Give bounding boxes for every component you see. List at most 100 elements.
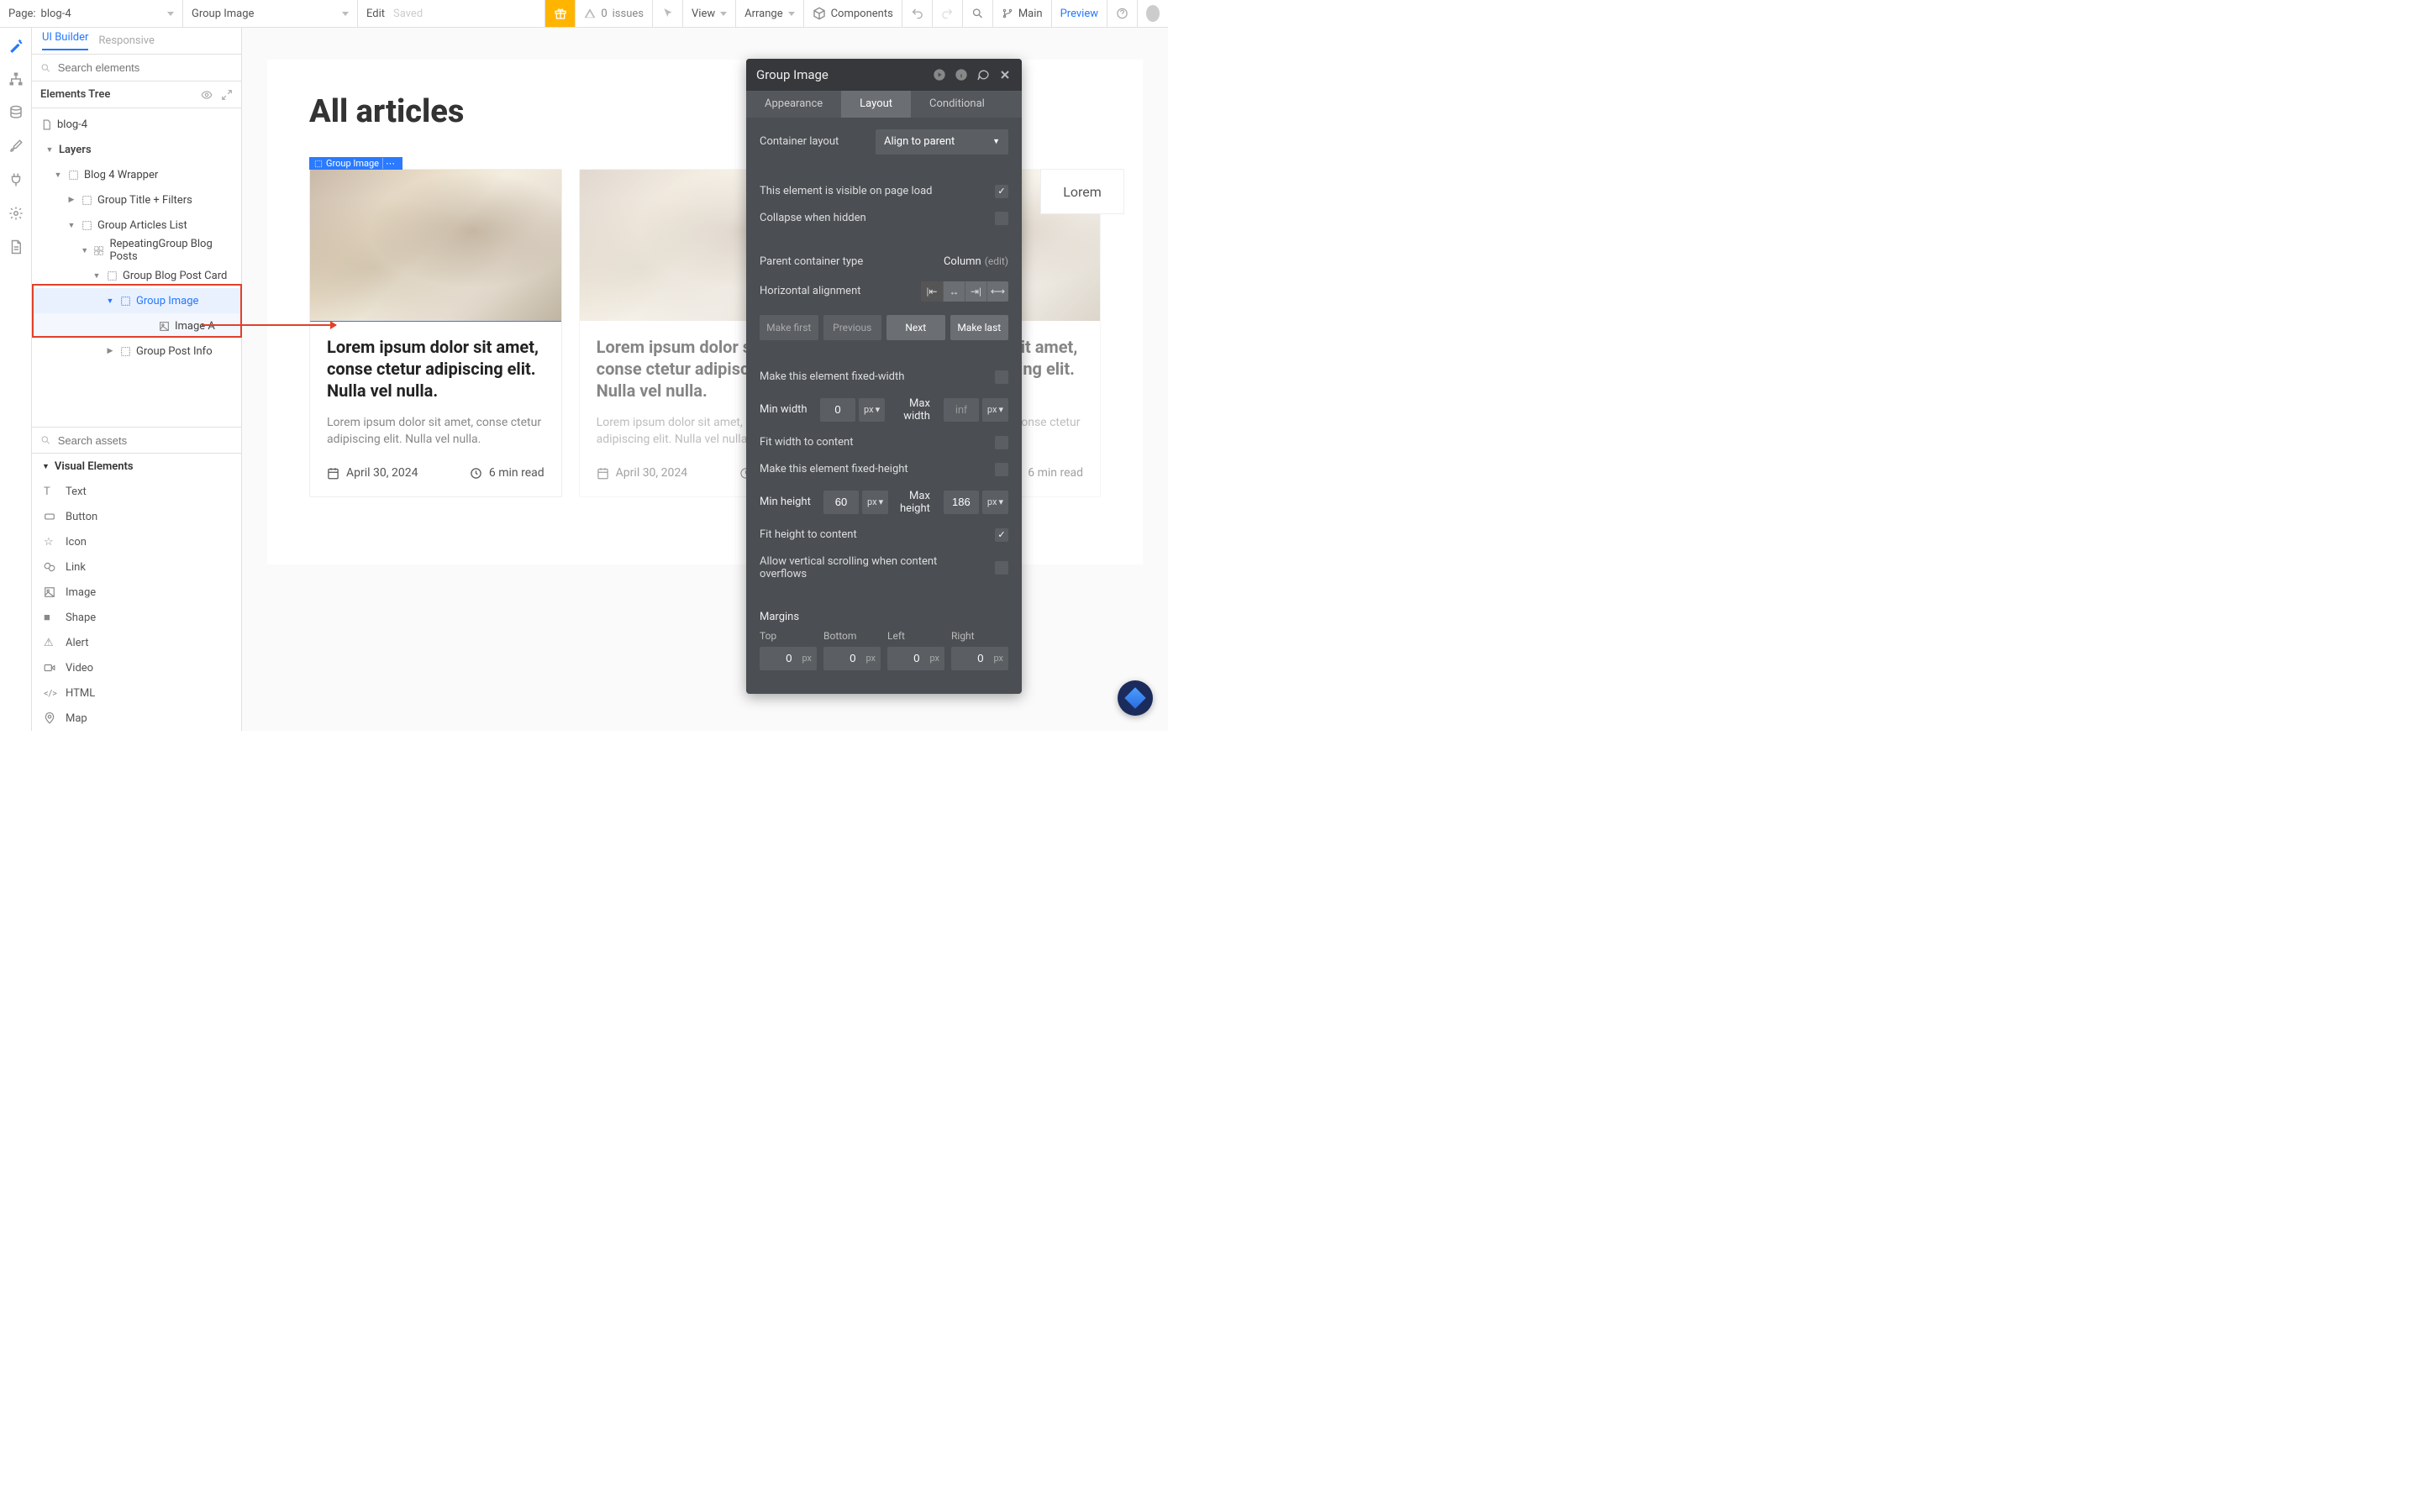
fit-width-checkbox[interactable] <box>995 436 1008 449</box>
margin-bottom-label: Bottom <box>823 630 881 642</box>
make-first-button[interactable]: Make first <box>760 315 818 340</box>
group-icon <box>119 345 131 357</box>
align-right[interactable]: ⇥| <box>965 281 986 302</box>
branch-selector[interactable]: Main <box>993 0 1052 27</box>
plugins-tab[interactable] <box>8 172 24 187</box>
max-height-unit[interactable]: px▾ <box>982 491 1008 514</box>
asset-link[interactable]: Link <box>32 554 241 580</box>
selection-menu-icon[interactable]: ⋯ <box>382 158 397 169</box>
tree-wrapper[interactable]: ▼ Blog 4 Wrapper <box>32 162 241 187</box>
visible-checkbox[interactable]: ✓ <box>995 185 1008 198</box>
search-button[interactable] <box>963 0 993 27</box>
tab-ui-builder[interactable]: UI Builder <box>42 32 88 50</box>
tree-repeating[interactable]: ▼ RepeatingGroup Blog Posts <box>32 238 241 263</box>
fixed-width-checkbox[interactable] <box>995 370 1008 384</box>
tab-layout[interactable]: Layout <box>841 91 911 118</box>
account-button[interactable] <box>1138 0 1168 27</box>
asset-alert[interactable]: ⚠Alert <box>32 630 241 655</box>
fixed-height-checkbox[interactable] <box>995 463 1008 476</box>
next-button[interactable]: Next <box>886 315 945 340</box>
inspector-title-bar[interactable]: Group Image <box>746 59 1022 91</box>
max-height-input[interactable] <box>944 491 979 514</box>
asset-shape[interactable]: ■Shape <box>32 605 241 630</box>
info-icon[interactable] <box>955 68 968 81</box>
close-icon[interactable] <box>998 68 1012 81</box>
issues-indicator[interactable]: 0 issues <box>576 0 653 27</box>
undo-button[interactable] <box>902 0 933 27</box>
tab-responsive[interactable]: Responsive <box>98 34 155 47</box>
tree-title-filters[interactable]: ▶ Group Title + Filters <box>32 187 241 213</box>
visual-elements-header[interactable]: ▼ Visual Elements <box>32 454 241 479</box>
asset-button[interactable]: Button <box>32 504 241 529</box>
eye-icon[interactable] <box>201 89 213 101</box>
asset-map[interactable]: Map <box>32 706 241 731</box>
make-last-button[interactable]: Make last <box>950 315 1009 340</box>
design-tab[interactable] <box>8 38 24 53</box>
max-width-unit[interactable]: px▾ <box>982 398 1008 422</box>
tab-appearance[interactable]: Appearance <box>746 91 841 118</box>
search-elements[interactable] <box>32 55 241 81</box>
tree-layers[interactable]: ▼ Layers <box>32 137 241 162</box>
asset-video[interactable]: Video <box>32 655 241 680</box>
components-button[interactable]: Components <box>804 0 902 27</box>
container-layout-select[interactable]: Align to parent ▼ <box>876 129 1008 155</box>
tree-image-a[interactable]: Image A <box>32 313 241 339</box>
search-assets[interactable] <box>32 427 241 454</box>
min-height-input[interactable] <box>823 491 859 514</box>
preview-button[interactable]: Preview <box>1052 0 1107 27</box>
play-icon[interactable] <box>933 68 946 81</box>
tab-conditional[interactable]: Conditional <box>911 91 1003 118</box>
arrange-menu[interactable]: Arrange <box>736 0 803 27</box>
tree-label: Group Image <box>136 295 198 307</box>
align-center[interactable]: ↔ <box>943 281 965 302</box>
chat-fab[interactable] <box>1118 680 1153 716</box>
redo-button[interactable] <box>933 0 963 27</box>
lorem-button[interactable]: Lorem <box>1040 169 1124 214</box>
view-menu[interactable]: View <box>683 0 736 27</box>
inspector-panel[interactable]: Group Image Appearance Layout Conditiona… <box>746 59 1022 694</box>
overflow-checkbox[interactable] <box>995 561 1008 575</box>
tree-card[interactable]: ▼ Group Blog Post Card <box>32 263 241 288</box>
tree-page-root[interactable]: blog-4 <box>32 112 241 137</box>
canvas[interactable]: All articles Group Image ⋯ Lorem ipsum d… <box>242 28 1168 731</box>
min-height-unit[interactable]: px▾ <box>862 491 888 514</box>
card-1[interactable]: Lorem ipsum dolor sit amet, conse ctetur… <box>309 169 562 497</box>
pointer-tool[interactable] <box>653 0 683 27</box>
max-width-input[interactable] <box>944 398 979 422</box>
previous-button[interactable]: Previous <box>823 315 882 340</box>
margin-top-input[interactable] <box>760 647 797 670</box>
asset-icon[interactable]: ☆Icon <box>32 529 241 554</box>
gift-button[interactable] <box>545 0 576 27</box>
comment-icon[interactable] <box>976 68 990 81</box>
margin-right-input[interactable] <box>951 647 988 670</box>
asset-html[interactable]: </>HTML <box>32 680 241 706</box>
align-left[interactable]: |⇤ <box>921 281 943 302</box>
tree-post-info[interactable]: ▶ Group Post Info <box>32 339 241 364</box>
min-width-input[interactable] <box>820 398 855 422</box>
margin-bottom-input[interactable] <box>823 647 860 670</box>
page-selector[interactable]: Page: blog-4 <box>0 0 183 27</box>
logs-tab[interactable] <box>8 239 24 255</box>
expand-icon[interactable] <box>221 89 233 101</box>
asset-image[interactable]: Image <box>32 580 241 605</box>
collapse-checkbox[interactable] <box>995 212 1008 225</box>
data-tab[interactable] <box>8 105 24 120</box>
tree-group-image[interactable]: ▼ Group Image <box>32 288 241 313</box>
help-button[interactable] <box>1107 0 1138 27</box>
element-selector[interactable]: Group Image <box>183 0 358 27</box>
search-assets-input[interactable] <box>58 434 233 447</box>
asset-text[interactable]: TText <box>32 479 241 504</box>
fit-height-checkbox[interactable]: ✓ <box>995 528 1008 542</box>
parent-type-edit[interactable]: (edit) <box>985 255 1008 267</box>
align-stretch[interactable]: ⟷ <box>986 281 1008 302</box>
margin-left-input[interactable] <box>887 647 924 670</box>
settings-tab[interactable] <box>8 206 24 221</box>
card-image[interactable] <box>310 170 561 321</box>
workflow-tab[interactable] <box>8 71 24 87</box>
min-width-unit[interactable]: px▾ <box>859 398 885 422</box>
styles-tab[interactable] <box>8 139 24 154</box>
selection-badge[interactable]: Group Image ⋯ <box>309 157 402 170</box>
tree-articles-list[interactable]: ▼ Group Articles List <box>32 213 241 238</box>
search-elements-input[interactable] <box>58 61 233 74</box>
wand-icon <box>8 38 24 53</box>
